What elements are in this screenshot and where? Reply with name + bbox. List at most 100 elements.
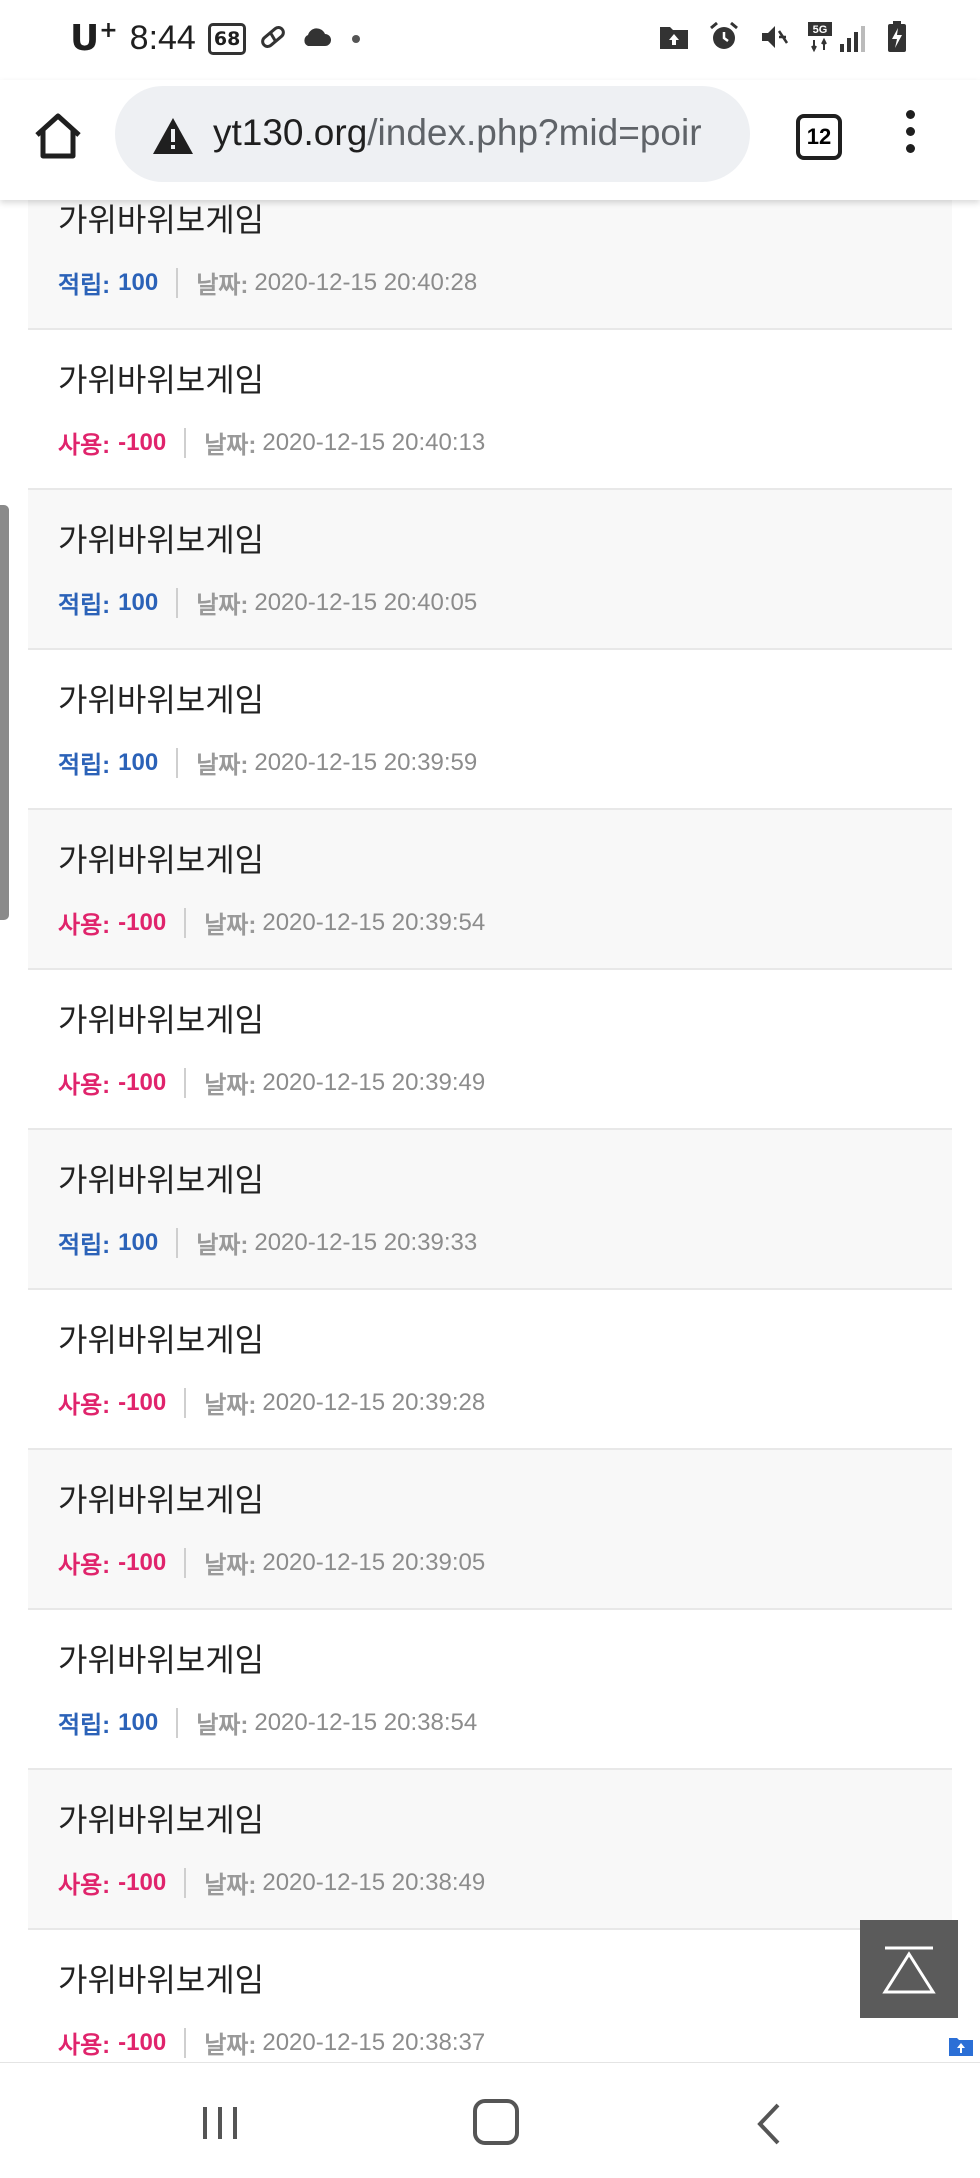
folder-upload-icon[interactable] <box>948 2035 974 2057</box>
url-text[interactable]: yt130.org/index.php?mid=poir <box>213 112 733 154</box>
date-value: 2020-12-15 20:38:54 <box>254 1708 478 1736</box>
cloud-icon <box>300 26 332 52</box>
use-label: 사용: <box>58 2032 111 2059</box>
date-label: 날짜: <box>196 752 249 779</box>
entry-meta: 사용: -100 날짜: 2020-12-15 20:39:54 <box>58 905 485 940</box>
divider <box>184 907 187 938</box>
more-vert-icon[interactable] <box>900 110 920 160</box>
earn-label: 적립: <box>58 1232 111 1259</box>
point-amount: -100 <box>118 2028 167 2056</box>
divider <box>176 1227 179 1258</box>
entry-title: 가위바위보게임 <box>58 1481 265 1519</box>
battery-charging-icon <box>886 20 908 58</box>
use-label: 사용: <box>58 432 111 459</box>
date-label: 날짜: <box>196 1712 249 1739</box>
entry-title: 가위바위보게임 <box>58 841 265 879</box>
divider <box>184 1867 187 1898</box>
date-value: 2020-12-15 20:38:49 <box>262 1868 486 1896</box>
point-amount: -100 <box>118 908 167 936</box>
date-label: 날짜: <box>196 272 249 299</box>
notification-dot-icon <box>352 34 361 43</box>
date-value: 2020-12-15 20:39:49 <box>262 1068 486 1096</box>
entry-title: 가위바위보게임 <box>58 521 265 559</box>
vibrate-mute-icon <box>758 21 790 57</box>
date-label: 날짜: <box>196 592 249 619</box>
list-item: 가위바위보게임 사용: -100 날짜: 2020-12-15 20:38:49 <box>28 1770 952 1930</box>
entry-title: 가위바위보게임 <box>58 1161 265 1199</box>
carrier-label: U+ <box>70 18 118 59</box>
point-amount: -100 <box>118 1868 167 1896</box>
5g-signal-icon: 5G <box>808 20 868 58</box>
list-item: 가위바위보게임적립: 100 날짜: 2020-12-15 20:39:59 <box>28 650 952 810</box>
warning-icon[interactable] <box>151 116 195 156</box>
entry-meta: 사용: -100 날짜: 2020-12-15 20:39:49 <box>58 1065 485 1100</box>
date-label: 날짜: <box>204 1392 257 1419</box>
entry-title: 가위바위보게임 <box>58 1321 265 1359</box>
point-amount: -100 <box>118 1068 167 1096</box>
divider <box>184 427 187 458</box>
date-label: 날짜: <box>204 2032 257 2059</box>
entry-meta: 사용: -100 날짜: 2020-12-15 20:38:49 <box>58 1865 485 1900</box>
home-icon[interactable] <box>32 110 84 162</box>
entry-meta: 사용: -100 날짜: 2020-12-15 20:39:28 <box>58 1385 485 1420</box>
scroll-to-top-button[interactable] <box>860 1920 958 2018</box>
date-value: 2020-12-15 20:39:28 <box>262 1388 486 1416</box>
home-nav-icon[interactable] <box>473 2099 519 2145</box>
divider <box>184 2027 187 2058</box>
divider <box>184 1387 187 1418</box>
status-bar: U+ 8:44 68 5G <box>0 0 980 80</box>
clock: 8:44 <box>129 19 196 57</box>
list-item: 가위바위보게임사용: -100 날짜: 2020-12-15 20:39:28 <box>28 1290 952 1450</box>
divider <box>184 1547 187 1578</box>
scroll-to-top-icon <box>882 1946 936 1994</box>
system-nav-bar <box>0 2062 980 2178</box>
entry-title: 가위바위보게임 <box>58 361 265 399</box>
svg-text:5G: 5G <box>813 24 828 36</box>
divider <box>184 1067 187 1098</box>
entry-title: 가위바위보게임 <box>58 1801 265 1839</box>
recent-apps-icon[interactable] <box>200 2103 240 2143</box>
date-value: 2020-12-15 20:40:05 <box>254 588 478 616</box>
date-label: 날짜: <box>196 1232 249 1259</box>
date-label: 날짜: <box>204 432 257 459</box>
entry-meta: 적립: 100 날짜: 2020-12-15 20:40:05 <box>58 585 477 620</box>
point-amount: -100 <box>118 1388 167 1416</box>
entry-meta: 적립: 100 날짜: 2020-12-15 20:38:54 <box>58 1705 477 1740</box>
entry-title: 가위바위보게임 <box>58 201 265 239</box>
scroll-indicator[interactable] <box>0 505 9 920</box>
use-label: 사용: <box>58 1392 111 1419</box>
list-item: 가위바위보게임 사용: -100 날짜: 2020-12-15 20:39:49 <box>28 970 952 1130</box>
folder-upload-icon <box>658 23 690 55</box>
date-label: 날짜: <box>204 1552 257 1579</box>
list-item: 가위바위보게임 사용: -100 날짜: 2020-12-15 20:39:05 <box>28 1450 952 1610</box>
divider <box>176 747 179 778</box>
point-history-list: 가위바위보게임 적립: 100 날짜: 2020-12-15 20:40:28 가위바위보… <box>28 170 952 2090</box>
tab-switcher-button[interactable]: 12 <box>796 114 842 160</box>
date-label: 날짜: <box>204 912 257 939</box>
divider <box>176 587 179 618</box>
entry-title: 가위바위보게임 <box>58 681 265 719</box>
divider <box>176 1707 179 1738</box>
back-icon[interactable] <box>752 2101 784 2147</box>
entry-meta: 적립: 100 날짜: 2020-12-15 20:39:33 <box>58 1225 477 1260</box>
pill-icon <box>258 22 288 56</box>
entry-title: 가위바위보게임 <box>58 1641 265 1679</box>
list-item: 가위바위보게임적립: 100 날짜: 2020-12-15 20:38:54 <box>28 1610 952 1770</box>
earn-label: 적립: <box>58 272 111 299</box>
date-value: 2020-12-15 20:39:59 <box>254 748 478 776</box>
earn-label: 적립: <box>58 1712 111 1739</box>
point-amount: 100 <box>118 268 159 296</box>
point-amount: -100 <box>118 1548 167 1576</box>
entry-meta: 적립: 100 날짜: 2020-12-15 20:40:28 <box>58 265 477 300</box>
earn-label: 적립: <box>58 592 111 619</box>
list-item: 가위바위보게임 사용: -100 날짜: 2020-12-15 20:39:54 <box>28 810 952 970</box>
date-value: 2020-12-15 20:39:05 <box>262 1548 486 1576</box>
date-label: 날짜: <box>204 1072 257 1099</box>
address-bar[interactable]: yt130.org/index.php?mid=poir <box>115 86 750 182</box>
entry-title: 가위바위보게임 <box>58 1961 265 1999</box>
date-value: 2020-12-15 20:39:54 <box>262 908 486 936</box>
use-label: 사용: <box>58 1872 111 1899</box>
entry-meta: 적립: 100 날짜: 2020-12-15 20:39:59 <box>58 745 477 780</box>
notification-badge: 68 <box>207 22 247 55</box>
divider <box>176 267 179 298</box>
